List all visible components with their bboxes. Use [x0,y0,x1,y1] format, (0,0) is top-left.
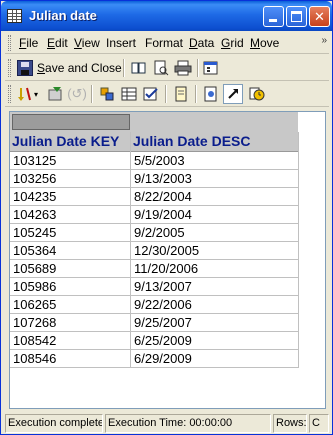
table-row[interactable]: 105364 12/30/2005 [10,242,298,260]
cell-julian-desc[interactable]: 9/2/2005 [134,225,185,240]
checklist-icon[interactable] [141,84,161,104]
menu-grid[interactable]: Grid [221,36,244,50]
filter-icon[interactable] [45,84,65,104]
cell-julian-desc[interactable]: 9/19/2004 [134,207,192,222]
table-row[interactable]: 104235 8/22/2004 [10,188,298,206]
cell-julian-key[interactable]: 108546 [13,351,56,366]
cell-julian-key[interactable]: 103125 [13,153,56,168]
cell-julian-desc[interactable]: 6/25/2009 [134,333,192,348]
maximize-button[interactable] [286,6,307,27]
menu-format[interactable]: Format [145,36,183,50]
menu-file[interactable]: File [19,36,38,50]
book-icon[interactable] [129,58,149,78]
menu-grip[interactable] [8,35,11,51]
sort-dropdown-chevron-icon[interactable]: ▾ [31,84,41,104]
table-row[interactable]: 104263 9/19/2004 [10,206,298,224]
toolbar-main: Save and Close [5,55,329,81]
query-icon[interactable] [97,84,117,104]
close-icon: ✕ [314,9,325,24]
table-row[interactable]: 105245 9/2/2005 [10,224,298,242]
refresh-disabled-icon: (↺) [67,86,87,101]
pointer-toggle-icon[interactable] [223,84,243,104]
menu-move[interactable]: Move [250,36,279,50]
save-and-close-button[interactable]: Save and Close [17,58,122,78]
status-bar: Execution complete Execution Time: 00:00… [5,414,330,433]
toolbar-separator [91,85,93,103]
status-mode: C [309,414,329,433]
table-row[interactable]: 103125 5/5/2003 [10,152,298,170]
toolbar-grip[interactable] [8,85,11,103]
floppy-disk-icon [17,60,33,76]
status-row-count: Rows: 12 [273,414,307,433]
cell-julian-desc[interactable]: 8/22/2004 [134,189,192,204]
cell-julian-key[interactable]: 104263 [13,207,56,222]
minimize-icon [269,19,277,22]
menu-bar: File Edit View Insert Format Data Grid M… [5,32,329,54]
status-execution: Execution complete [5,414,103,433]
grid-right-border [298,132,299,368]
properties-icon[interactable] [201,58,221,78]
grid-header-row: Julian Date KEY Julian Date DESC [10,132,298,152]
table-row[interactable]: 107268 9/25/2007 [10,314,298,332]
toolbar-separator [197,59,199,77]
cell-julian-desc[interactable]: 9/22/2006 [134,297,192,312]
cell-julian-desc[interactable]: 9/13/2003 [134,171,192,186]
grid-rows: 103125 5/5/2003 103256 9/13/2003 104235 8/22/… [10,152,298,368]
toolbar-separator [123,59,125,77]
title-bar[interactable]: Julian date ✕ [1,1,332,31]
app-window: Julian date ✕ File Edit View Insert Form… [0,0,333,435]
cell-julian-key[interactable]: 105986 [13,279,56,294]
status-execution-time: Execution Time: 00:00:00 [105,414,271,433]
table-grid-icon[interactable] [119,84,139,104]
window-title: Julian date [29,8,97,23]
column-header-key[interactable]: Julian Date KEY [12,133,119,149]
printer-icon[interactable] [173,58,193,78]
menu-overflow-chevron-icon[interactable]: » [321,35,327,46]
cell-julian-key[interactable]: 105689 [13,261,56,276]
grid-corner-cell[interactable] [12,114,130,130]
column-divider [130,132,131,368]
toolbar-separator [195,85,197,103]
print-preview-icon[interactable] [151,58,171,78]
close-button[interactable]: ✕ [309,6,330,27]
cell-julian-desc[interactable]: 5/5/2003 [134,153,185,168]
cell-julian-key[interactable]: 106265 [13,297,56,312]
menu-data[interactable]: Data [189,36,214,50]
cell-julian-desc[interactable]: 9/13/2007 [134,279,192,294]
cell-julian-key[interactable]: 108542 [13,333,56,348]
find-in-page-icon[interactable] [201,84,221,104]
table-row[interactable]: 103256 9/13/2003 [10,170,298,188]
cell-julian-key[interactable]: 107268 [13,315,56,330]
menu-edit[interactable]: Edit [47,36,68,50]
cell-julian-desc[interactable]: 11/20/2006 [134,261,198,276]
cell-julian-desc[interactable]: 9/25/2007 [134,315,192,330]
table-row[interactable]: 108542 6/25/2009 [10,332,298,350]
menu-insert[interactable]: Insert [106,36,136,50]
minimize-button[interactable] [263,6,284,27]
menu-view[interactable]: View [74,36,100,50]
cell-julian-desc[interactable]: 6/29/2009 [134,351,192,366]
cell-julian-key[interactable]: 103256 [13,171,56,186]
table-row[interactable]: 105986 9/13/2007 [10,278,298,296]
toolbar-secondary: ▾ (↺) [5,81,329,107]
table-row[interactable]: 105689 11/20/2006 [10,260,298,278]
column-header-desc[interactable]: Julian Date DESC [133,133,250,149]
cell-julian-key[interactable]: 104235 [13,189,56,204]
toolbar-grip[interactable] [8,59,11,77]
table-row[interactable]: 108546 6/29/2009 [10,350,298,368]
cell-julian-key[interactable]: 105245 [13,225,56,240]
clock-icon[interactable] [247,84,267,104]
toolbar-separator [165,85,167,103]
table-row[interactable]: 106265 9/22/2006 [10,296,298,314]
cell-julian-desc[interactable]: 12/30/2005 [134,243,199,258]
cell-julian-key[interactable]: 105364 [13,243,56,258]
document-icon[interactable] [171,84,191,104]
grid-corner-band [10,112,298,132]
grid-app-icon [7,9,22,23]
results-grid[interactable]: Julian Date KEY Julian Date DESC 103125 5… [9,111,326,409]
maximize-icon [291,11,302,22]
